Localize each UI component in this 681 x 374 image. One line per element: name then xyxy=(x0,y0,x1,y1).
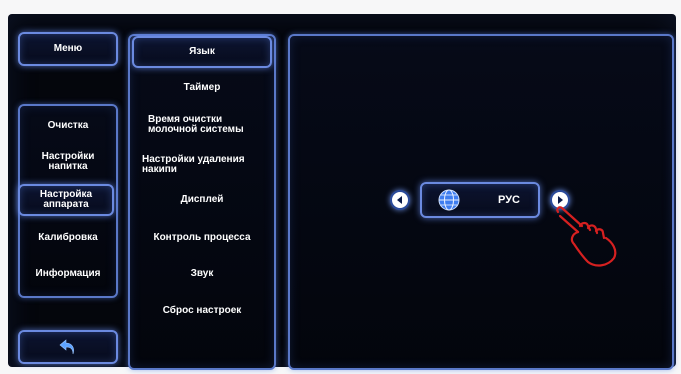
globe-icon xyxy=(438,189,460,211)
submenu-item-timer[interactable]: Таймер xyxy=(132,76,272,100)
menu-item-calibration[interactable]: Калибровка xyxy=(20,224,116,252)
menu-header-label: Меню xyxy=(53,43,83,54)
submenu-item-descaling-settings[interactable]: Настройки удаления накипи xyxy=(132,150,272,180)
submenu-item-display[interactable]: Дисплей xyxy=(132,188,272,212)
previous-language-button[interactable] xyxy=(390,190,410,210)
submenu-item-process-control[interactable]: Контроль процесса xyxy=(132,226,272,250)
menu-item-cleaning[interactable]: Очистка xyxy=(20,112,116,140)
menu-item-information[interactable]: Информация xyxy=(20,260,116,288)
language-value: РУС xyxy=(498,194,520,206)
left-arrow-icon xyxy=(397,196,402,204)
submenu-item-reset-settings[interactable]: Сброс настроек xyxy=(132,299,272,323)
submenu-item-sound[interactable]: Звук xyxy=(132,262,272,286)
submenu-item-language[interactable]: Язык xyxy=(132,36,272,68)
back-button[interactable] xyxy=(18,330,118,364)
menu-item-drink-settings[interactable]: Настройки напитка xyxy=(20,148,116,176)
menu-header-button[interactable]: Меню xyxy=(18,32,118,66)
hand-pointer-icon xyxy=(556,206,617,267)
language-value-button[interactable]: РУС xyxy=(420,182,540,218)
menu-item-machine-settings[interactable]: Настройка аппарата xyxy=(18,184,114,216)
back-arrow-icon xyxy=(59,339,74,355)
machine-display: Меню Очистка Настройки напитка Настройка… xyxy=(8,14,676,370)
submenu-item-milk-cleaning-time[interactable]: Время очистки молочной системы xyxy=(132,110,272,140)
